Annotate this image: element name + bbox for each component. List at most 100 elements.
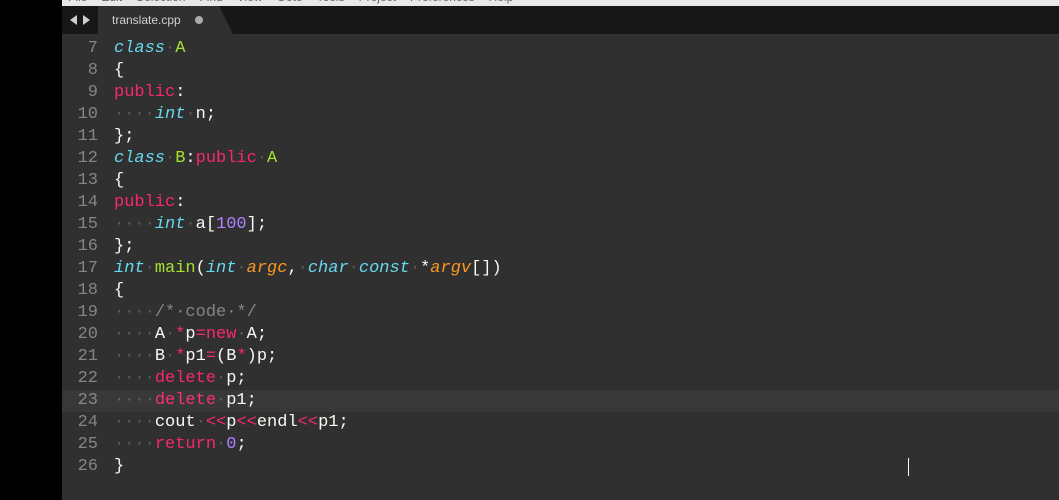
token: A [267,149,277,168]
token: · [145,259,155,278]
line-number: 25 [62,434,108,456]
menu-find[interactable]: Find [199,0,222,4]
code-line[interactable]: }; [108,236,1059,258]
code-line[interactable]: public: [108,82,1059,104]
token: · [185,105,195,124]
code-line[interactable]: class·B:public·A [108,148,1059,170]
token: · [257,149,267,168]
token: << [236,413,256,432]
token: } [114,457,124,476]
token: ( [196,259,206,278]
token: * [175,347,185,366]
menu-preferences[interactable]: Preferences [410,0,475,4]
code-area[interactable]: class·A{public:····int·n;};class·B:publi… [108,34,1059,500]
token: · [185,215,195,234]
line-number: 19 [62,302,108,324]
token: { [114,281,124,300]
token: int [206,259,237,278]
token: p1 [185,347,205,366]
token: ; [236,435,246,454]
code-line[interactable]: ····B·*p1=(B*)p; [108,346,1059,368]
line-number: 17 [62,258,108,280]
code-line[interactable]: public: [108,192,1059,214]
token: endl [257,413,298,432]
token: )p; [247,347,278,366]
token: * [420,259,430,278]
token: class [114,39,165,58]
code-line[interactable]: { [108,280,1059,302]
token: ···· [114,105,155,124]
code-line[interactable]: ····A·*p=new·A; [108,324,1059,346]
token: p [226,413,236,432]
token: ···· [114,435,155,454]
token: · [236,325,246,344]
token: · [349,259,359,278]
token: p1; [226,391,257,410]
menu-project[interactable]: Project [359,0,396,4]
token: · [165,149,175,168]
token: ···· [114,347,155,366]
token: const [359,259,410,278]
menu-goto[interactable]: Goto [277,0,303,4]
tab-title: translate.cpp [112,13,181,27]
code-line[interactable]: ····delete·p1; [108,390,1059,412]
code-editor[interactable]: 7891011121314151617181920212223242526 cl… [62,34,1059,500]
token: ···· [114,215,155,234]
code-line[interactable]: class·A [108,38,1059,60]
token: cout [155,413,196,432]
token: p; [226,369,246,388]
token: = [206,347,216,366]
token: · [196,413,206,432]
token: (B [216,347,236,366]
token: p1; [318,413,349,432]
token: , [287,259,297,278]
code-line[interactable]: { [108,60,1059,82]
nav-back-icon[interactable] [70,15,78,25]
token: ]; [247,215,267,234]
token: public [196,149,257,168]
token: public [114,83,175,102]
menu-file[interactable]: File [68,0,87,4]
token: << [206,413,226,432]
line-number: 16 [62,236,108,258]
token: delete [155,391,216,410]
line-number: 11 [62,126,108,148]
code-line[interactable]: ····cout·<<p<<endl<<p1; [108,412,1059,434]
tab-bar: translate.cpp [62,6,1059,34]
code-line[interactable]: { [108,170,1059,192]
line-number: 18 [62,280,108,302]
code-line[interactable]: ····int·a[100]; [108,214,1059,236]
menu-selection[interactable]: Selection [136,0,185,4]
token: A; [247,325,267,344]
nav-forward-icon[interactable] [82,15,90,25]
tab-translate-cpp[interactable]: translate.cpp [98,6,219,34]
menu-tools[interactable]: Tools [317,0,345,4]
code-line[interactable]: } [108,456,1059,478]
token: B [175,149,185,168]
token: * [236,347,246,366]
token: }; [114,237,134,256]
menu-help[interactable]: Help [489,0,514,4]
token: delete [155,369,216,388]
token: ···· [114,325,155,344]
token: · [410,259,420,278]
menu-edit[interactable]: Edit [101,0,122,4]
token: ···· [114,303,155,322]
token: · [165,347,175,366]
token: ···· [114,391,155,410]
token: · [165,325,175,344]
token: : [175,193,185,212]
code-line[interactable]: }; [108,126,1059,148]
code-line[interactable]: ····return·0; [108,434,1059,456]
code-line[interactable]: ····int·n; [108,104,1059,126]
code-line[interactable]: ····delete·p; [108,368,1059,390]
token: class [114,149,165,168]
token: n; [196,105,216,124]
token: argc [247,259,288,278]
token: }; [114,127,134,146]
line-number: 20 [62,324,108,346]
code-line[interactable]: int·main(int·argc,·char·const·*argv[]) [108,258,1059,280]
code-line[interactable]: ····/*·code·*/ [108,302,1059,324]
token: /*·code·*/ [155,303,257,322]
menu-view[interactable]: View [237,0,263,4]
